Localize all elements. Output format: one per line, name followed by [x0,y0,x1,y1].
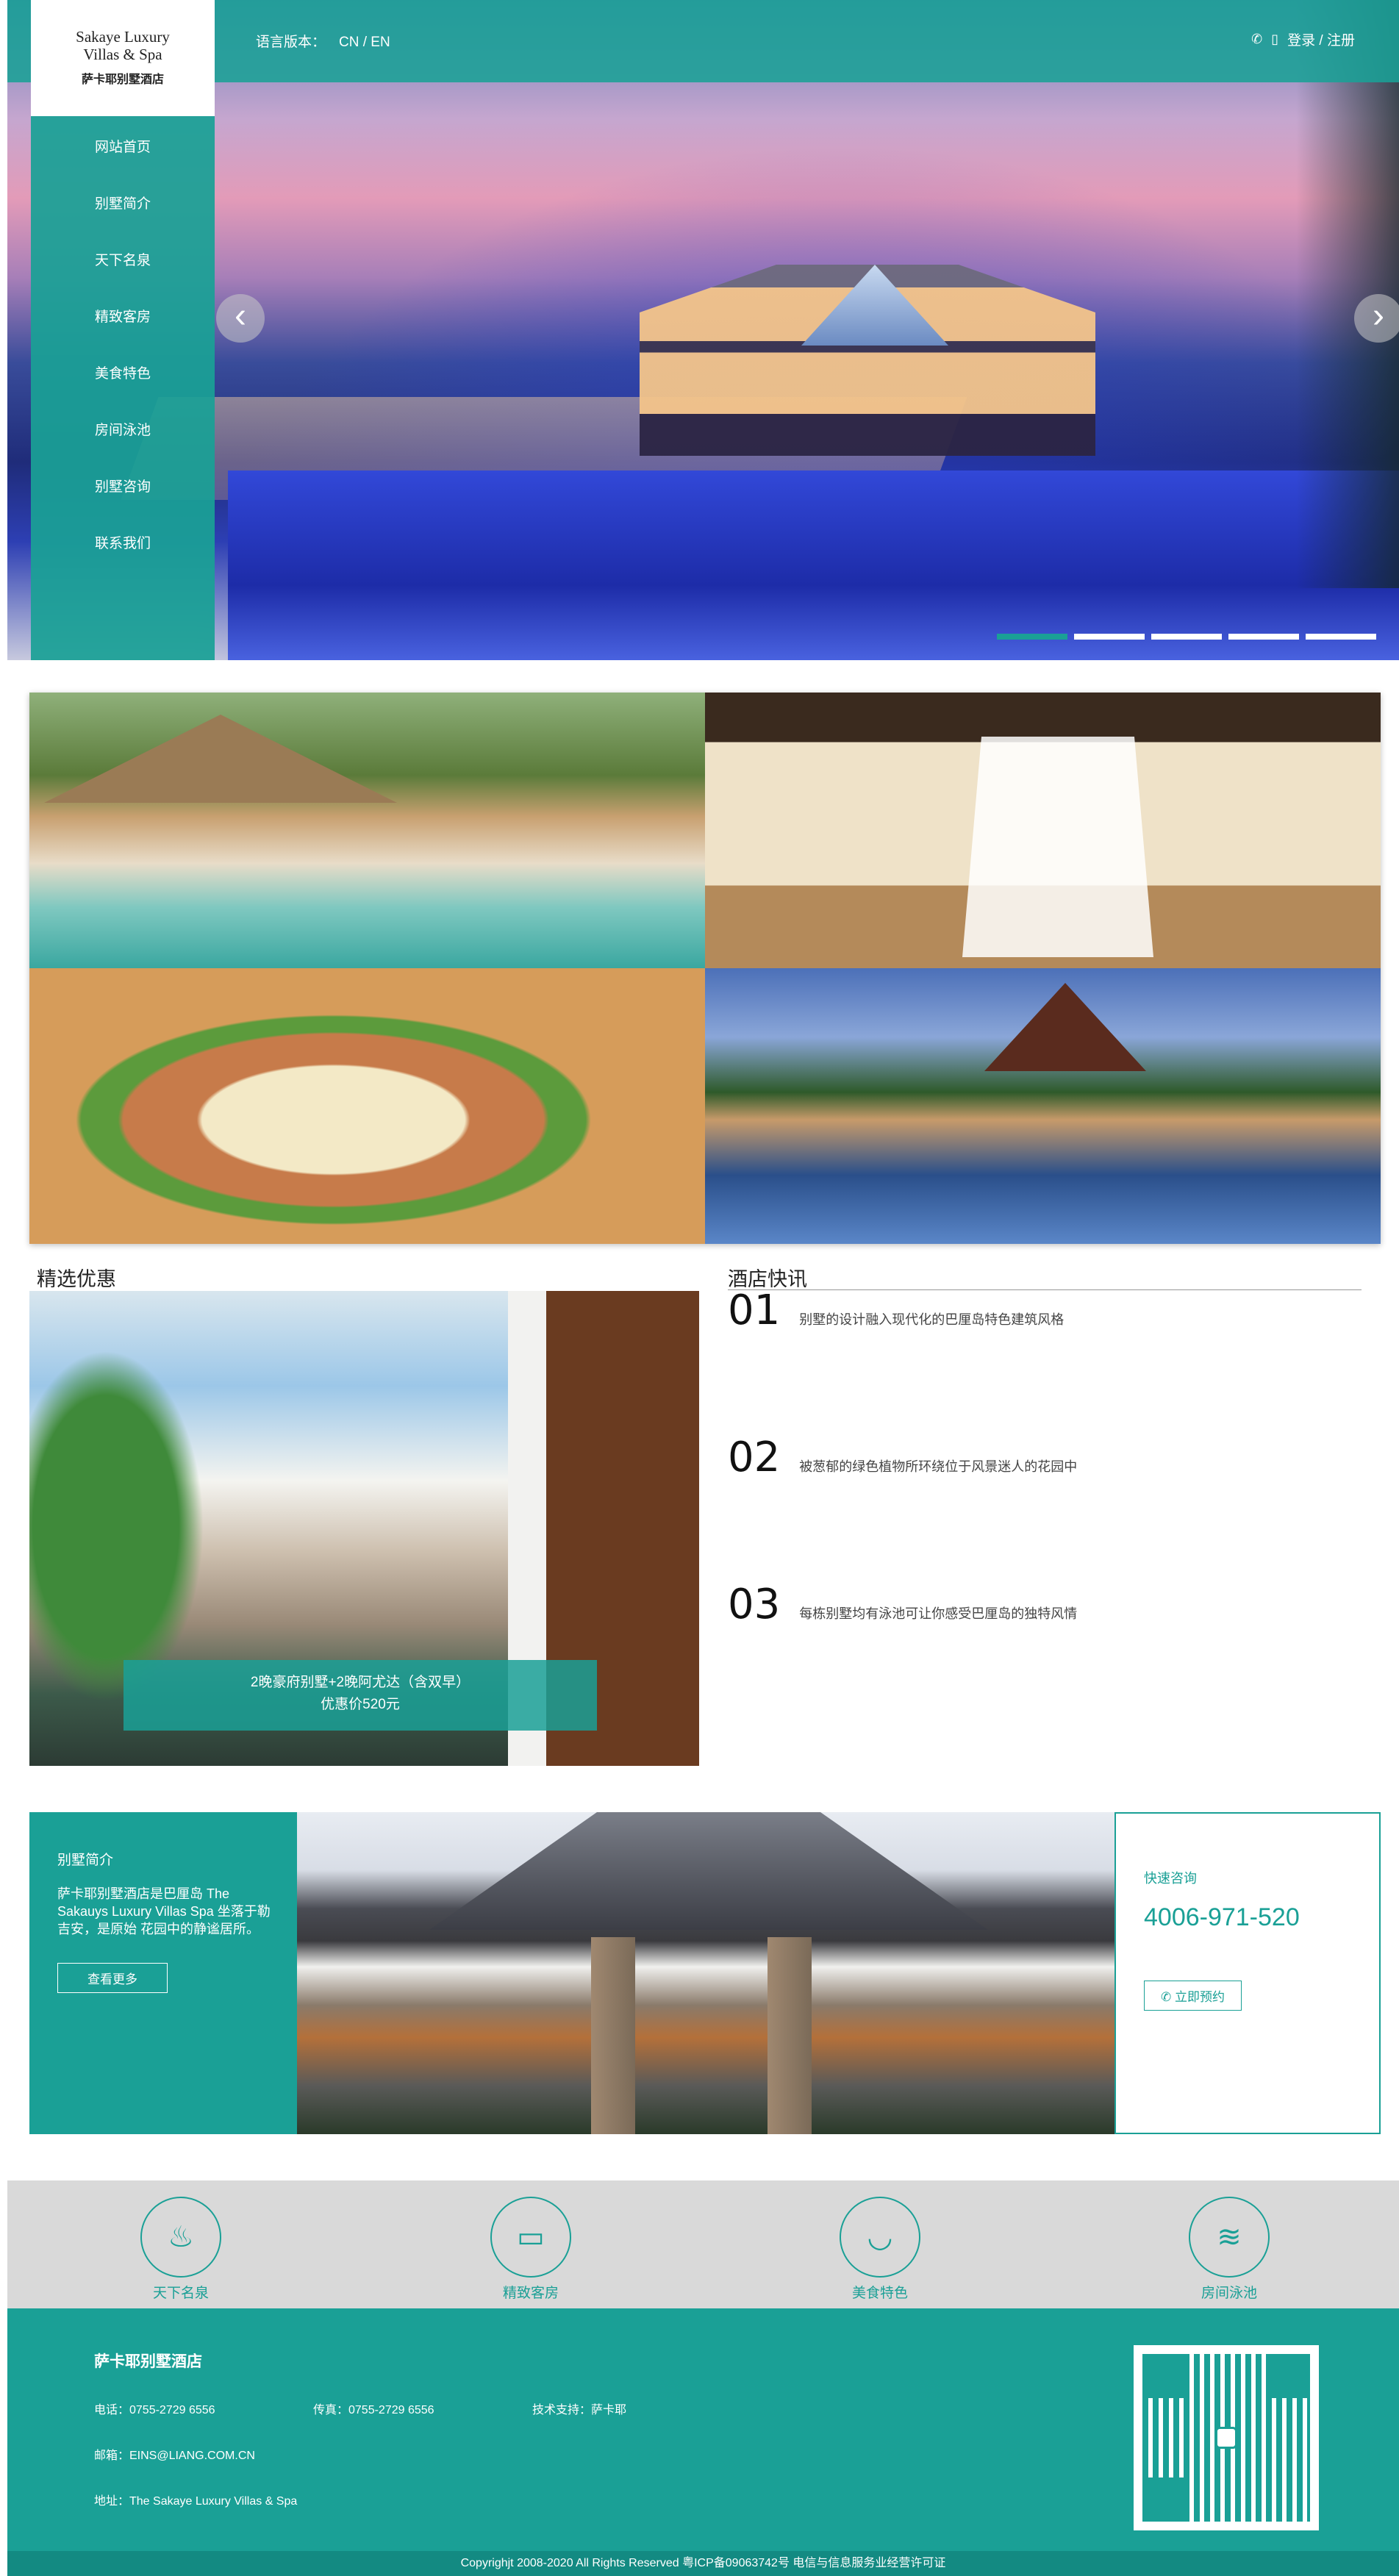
footer-fax: 传真：0755-2729 6556 [313,2404,434,2416]
hero-banner-image [7,0,1399,660]
qr-code [1134,2345,1319,2530]
slider-dot[interactable] [1306,634,1376,640]
slider-dot[interactable] [1151,634,1222,640]
about-image-pillar [768,1937,812,2134]
news-item[interactable]: 02 被葱郁的绿色植物所环绕位于风景迷人的花园中 [728,1434,1077,1481]
news-text[interactable]: 每栋别墅均有泳池可让你感受巴厘岛的独特风情 [799,1603,1077,1622]
gallery-image-food[interactable] [29,968,705,1244]
footer-email-row: 邮箱：EINS@LIANG.COM.CN [94,2445,255,2463]
footer-address: 地址：The Sakaye Luxury Villas & Spa [94,2495,298,2508]
book-now-button[interactable]: ✆ 立即预约 [1144,1981,1242,2011]
nav-item-pool[interactable]: 房间泳池 [31,402,215,459]
copyright-bar: Copyrighjt 2008-2020 All Rights Reserved… [7,2551,1399,2576]
news-text[interactable]: 别墅的设计融入现代化的巴厘岛特色建筑风格 [799,1309,1064,1328]
phone-icon: ✆ [1161,1990,1175,2004]
gallery-image-villa-pool[interactable] [29,693,705,968]
about-villa-image [297,1812,1114,2134]
news-item[interactable]: 01 别墅的设计融入现代化的巴厘岛特色建筑风格 [728,1287,1064,1334]
news-text[interactable]: 被葱郁的绿色植物所环绕位于风景迷人的花园中 [799,1456,1077,1475]
nav-item-food[interactable]: 美食特色 [31,346,215,402]
qr-code-center [1215,2427,1237,2449]
news-number: 02 [728,1434,781,1481]
logo-en-line2: Villas & Spa [83,46,162,63]
feature-label: 天下名泉 [152,2286,209,2301]
photo-gallery [29,693,1381,1244]
view-more-button[interactable]: 查看更多 [57,1963,168,1993]
footer-address-row: 地址：The Sakaye Luxury Villas & Spa [94,2491,297,2508]
hot-spring-icon: ♨ [140,2197,221,2278]
feature-food[interactable]: ◡ 美食特色 [821,2197,939,2302]
nav-item-contact[interactable]: 联系我们 [31,515,215,572]
features-bar: ♨ 天下名泉 ▭ 精致客房 ◡ 美食特色 ≋ 房间泳池 [7,2180,1399,2308]
nav-item-rooms[interactable]: 精致客房 [31,289,215,346]
feature-label: 美食特色 [851,2286,908,2301]
gallery-image-pavilion[interactable] [705,968,1381,1244]
news-number: 03 [728,1581,781,1628]
about-section: 别墅简介 萨卡耶别墅酒店是巴厘岛 The Sakauys Luxury Vill… [29,1812,1381,2134]
logo-en-line1: Sakaye Luxury [76,28,170,46]
about-description: 萨卡耶别墅酒店是巴厘岛 The Sakauys Luxury Villas Sp… [57,1886,271,1936]
feature-rooms[interactable]: ▭ 精致客房 [472,2197,590,2302]
offer-caption-line1: 2晚豪府别墅+2晚阿尤达（含双早） [250,1675,470,1690]
news-number: 01 [728,1287,781,1334]
feature-label: 精致客房 [502,2286,559,2301]
footer-contact-row: 电话：0755-2729 6556 传真：0755-2729 6556 技术支持… [94,2400,751,2417]
about-image-roof [429,1812,988,1930]
gallery-image-bedroom[interactable] [705,693,1381,968]
nav-item-springs[interactable]: 天下名泉 [31,232,215,289]
offer-caption[interactable]: 2晚豪府别墅+2晚阿尤达（含双早） 优惠价520元 [124,1660,597,1731]
mobile-icon: ▯ [1271,32,1279,46]
nav-item-consult[interactable]: 别墅咨询 [31,459,215,515]
language-switch: 语言版本： CN / EN [256,31,390,51]
bed-icon: ▭ [490,2197,571,2278]
login-area[interactable]: ✆ ▯ 登录 / 注册 [1251,29,1355,49]
page: 语言版本： CN / EN ✆ ▯ 登录 / 注册 Sakaye Luxury V… [0,0,1399,2576]
language-options[interactable]: CN / EN [339,35,390,50]
slider-dot[interactable] [1228,634,1299,640]
noodle-bowl-icon: ◡ [840,2197,920,2278]
hero-pool [228,471,1399,660]
consult-phone: 4006-971-520 [1144,1903,1300,1931]
feature-pool[interactable]: ≋ 房间泳池 [1170,2197,1288,2302]
slider-dots [997,634,1376,640]
top-bar: 语言版本： CN / EN ✆ ▯ 登录 / 注册 [7,0,1399,82]
news-item[interactable]: 03 每栋别墅均有泳池可让你感受巴厘岛的独特风情 [728,1581,1077,1628]
footer-tel: 电话：0755-2729 6556 [94,2404,215,2416]
swimming-icon: ≋ [1189,2197,1270,2278]
footer-email: 邮箱：EINS@LIANG.COM.CN [94,2450,255,2462]
slider-prev-button[interactable]: ‹ [216,294,265,343]
language-label: 语言版本： [256,35,326,50]
consult-label: 快速咨询 [1144,1871,1197,1886]
side-navigation: 网站首页 别墅简介 天下名泉 精致客房 美食特色 房间泳池 别墅咨询 联系我们 [31,116,215,660]
site-logo[interactable]: Sakaye Luxury Villas & Spa 萨卡耶别墅酒店 [31,0,215,116]
logo-cn: 萨卡耶别墅酒店 [81,74,164,86]
footer-hotel-name: 萨卡耶别墅酒店 [94,2353,202,2370]
about-panel: 别墅简介 萨卡耶别墅酒店是巴厘岛 The Sakauys Luxury Vill… [29,1812,297,2134]
login-register-link[interactable]: 登录 / 注册 [1287,29,1355,49]
about-title: 别墅简介 [57,1853,114,1868]
nav-item-about[interactable]: 别墅简介 [31,176,215,232]
footer: 萨卡耶别墅酒店 电话：0755-2729 6556 传真：0755-2729 6… [7,2308,1399,2551]
phone-icon: ✆ [1251,32,1263,46]
slider-dot[interactable] [997,634,1067,640]
feature-springs[interactable]: ♨ 天下名泉 [122,2197,240,2302]
nav-item-home[interactable]: 网站首页 [31,119,215,176]
footer-support: 技术支持：萨卡耶 [532,2404,627,2416]
about-image-pillar [591,1937,635,2134]
feature-label: 房间泳池 [1201,2286,1257,2301]
offers-title: 精选优惠 [37,1268,116,1290]
book-now-label: 立即预约 [1174,1990,1225,2004]
slider-dot[interactable] [1074,634,1145,640]
offer-caption-line2: 优惠价520元 [321,1697,400,1712]
slider-next-button[interactable]: › [1354,294,1399,343]
quick-consult-panel: 快速咨询 4006-971-520 ✆ 立即预约 [1114,1812,1381,2134]
